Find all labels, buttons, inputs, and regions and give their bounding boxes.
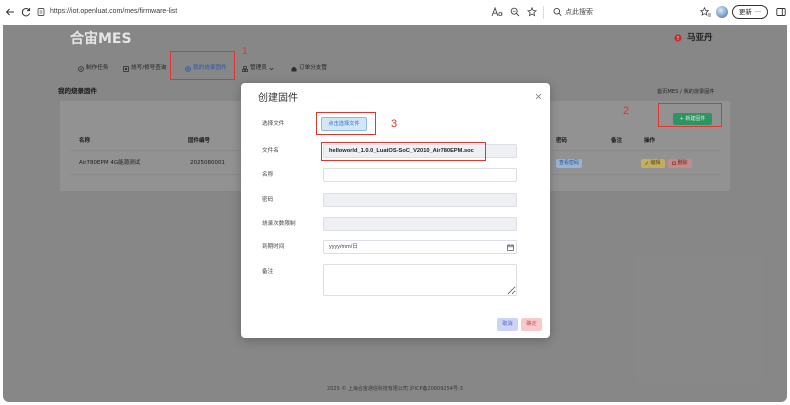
confirm-button[interactable]: 确定	[521, 318, 542, 331]
favorites-icon[interactable]	[700, 7, 711, 17]
burn-limit-input[interactable]	[323, 217, 517, 231]
calendar-icon[interactable]	[507, 244, 514, 251]
browser-toolbar: https://iot.openluat.com/mes/firmware-li…	[0, 0, 790, 25]
annotation-box-step1	[170, 51, 235, 80]
file-label: 选择文件	[262, 120, 285, 127]
more-label: ···	[754, 8, 762, 16]
address-bar-url[interactable]: https://iot.openluat.com/mes/firmware-li…	[50, 7, 177, 17]
create-firmware-dialog: 创建固件 选择文件 点击选择文件 3 文件名 名称 密码 烧录次数限制 到期时间…	[241, 83, 550, 338]
back-icon[interactable]	[5, 7, 15, 17]
expiry-label: 到期时间	[262, 243, 285, 250]
update-button[interactable]: 更新 ···	[732, 5, 768, 19]
annotation-step3: 3	[391, 118, 398, 130]
zoom-icon[interactable]	[510, 7, 520, 17]
annotation-step1: 1	[242, 46, 248, 57]
dialog-title: 创建固件	[258, 93, 298, 104]
screen: https://iot.openluat.com/mes/firmware-li…	[0, 0, 790, 405]
read-aloud-icon[interactable]	[491, 7, 503, 17]
annotation-box-step3	[316, 112, 376, 135]
site-info-icon[interactable]	[37, 7, 45, 17]
favorite-icon[interactable]	[527, 7, 537, 17]
expiry-date-input[interactable]: yyyy/mm/日	[323, 240, 517, 254]
name-label: 名称	[262, 171, 274, 178]
burn-limit-label: 烧录次数限制	[262, 220, 296, 227]
annotation-step2: 2	[623, 105, 630, 117]
expiry-date-placeholder: yyyy/mm/日	[329, 244, 358, 250]
search-icon[interactable]	[553, 7, 562, 17]
annotation-box-filename	[321, 142, 486, 161]
update-label: 更新	[738, 8, 752, 16]
refresh-icon[interactable]	[21, 7, 31, 17]
profile-avatar[interactable]	[716, 6, 728, 18]
remark-textarea[interactable]	[323, 264, 517, 296]
sidebar-icon[interactable]	[776, 7, 786, 17]
remark-label: 备注	[262, 268, 274, 275]
name-input[interactable]	[323, 168, 517, 182]
toolbar-separator	[543, 6, 544, 19]
password-label: 密码	[262, 196, 274, 203]
password-input[interactable]	[323, 193, 517, 207]
close-icon[interactable]	[535, 93, 542, 100]
cancel-button[interactable]: 取消	[497, 318, 518, 331]
search-box[interactable]: 点此搜索	[565, 7, 593, 17]
annotation-box-step2	[658, 103, 722, 127]
filename-label: 文件名	[262, 147, 279, 154]
